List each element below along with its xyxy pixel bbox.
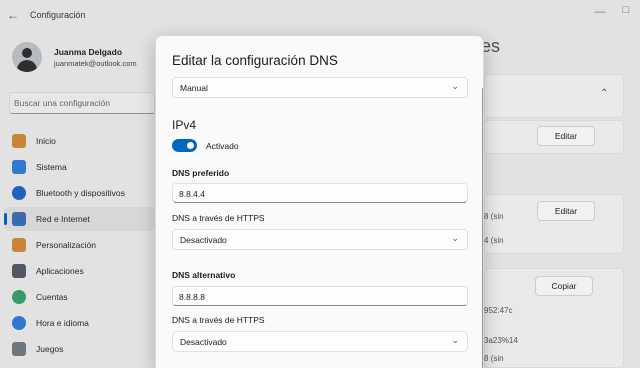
- preferred-https-value: Desactivado: [180, 235, 227, 245]
- chevron-down-icon: ⌄: [451, 81, 459, 91]
- dns-mode-value: Manual: [180, 83, 208, 93]
- dialog-scrollbar[interactable]: [482, 88, 483, 368]
- ipv4-toggle-label: Activado: [206, 141, 239, 151]
- ipv4-heading: IPv4: [172, 118, 197, 132]
- dns-dialog: Editar la configuración DNS Manual ⌄ IPv…: [155, 35, 484, 368]
- preferred-dns-input[interactable]: 8.8.4.4: [172, 183, 468, 203]
- chevron-down-icon: ⌄: [451, 335, 459, 345]
- alternate-https-value: Desactivado: [180, 337, 227, 347]
- alternate-dns-input[interactable]: 8.8.8.8: [172, 286, 468, 306]
- dialog-title: Editar la configuración DNS: [172, 53, 338, 68]
- dns-mode-dropdown[interactable]: Manual ⌄: [172, 77, 468, 98]
- alternate-https-dropdown[interactable]: Desactivado ⌄: [172, 331, 468, 352]
- alternate-dns-label: DNS alternativo: [172, 270, 236, 280]
- preferred-https-dropdown[interactable]: Desactivado ⌄: [172, 229, 468, 250]
- alternate-https-label: DNS a través de HTTPS: [172, 315, 265, 325]
- ipv4-toggle[interactable]: [172, 139, 197, 152]
- preferred-https-label: DNS a través de HTTPS: [172, 213, 265, 223]
- preferred-dns-label: DNS preferido: [172, 168, 230, 178]
- chevron-down-icon: ⌄: [451, 233, 459, 243]
